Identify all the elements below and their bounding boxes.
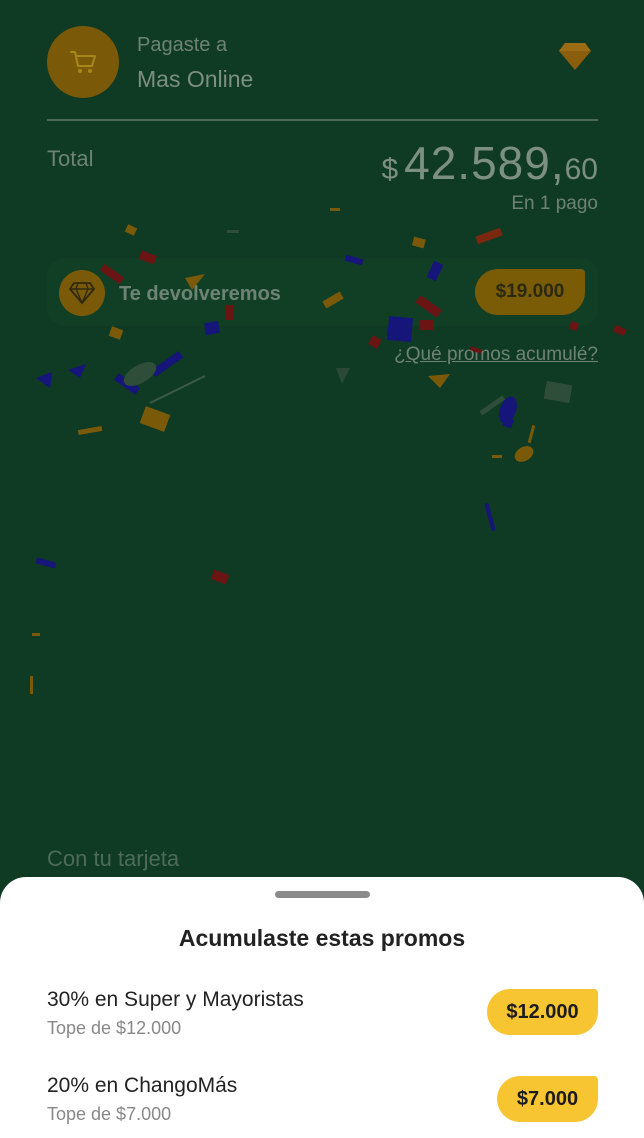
promo-amount-badge: $7.000 (497, 1076, 598, 1122)
sheet-drag-handle[interactable] (275, 891, 370, 898)
payment-success-screen: Pagaste a Mas Online Total $ 42.589, 60 … (0, 0, 644, 1138)
sheet-title: Acumulaste estas promos (178, 925, 466, 951)
promo-item: 30% en Super y Mayoristas Tope de $12.00… (47, 988, 598, 1039)
promos-bottom-sheet: Acumulaste estas promos 30% en Super y M… (0, 877, 644, 1138)
promo-amount-badge: $12.000 (487, 989, 598, 1035)
confetti-animation (30, 208, 627, 694)
card-section-label: Con tu tarjeta (47, 846, 180, 871)
promo-item: 20% en ChangoMás Tope de $7.000 $7.000 (47, 1074, 598, 1125)
